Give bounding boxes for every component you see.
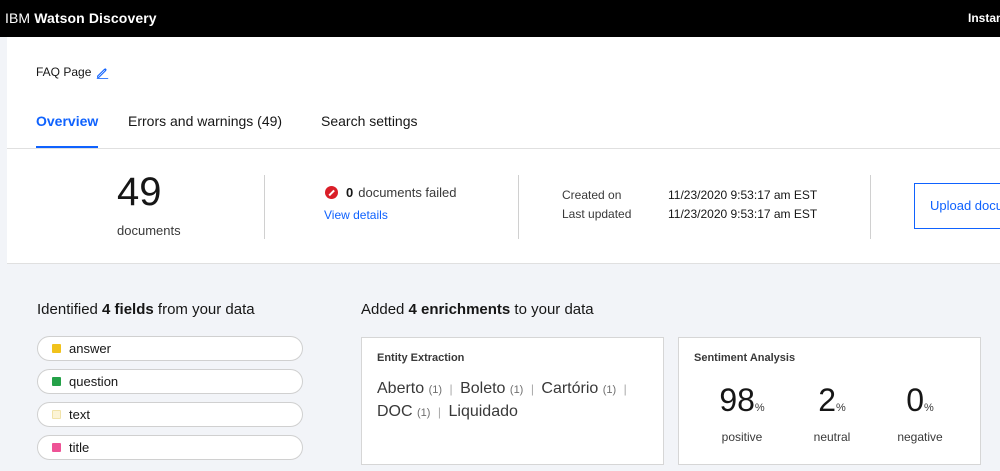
- collection-name: FAQ Page: [36, 65, 109, 79]
- entity-count: (1): [602, 384, 617, 396]
- field-color-swatch: [52, 377, 61, 386]
- updated-label: Last updated: [562, 207, 632, 221]
- entity-name: Aberto: [377, 380, 425, 397]
- fields-section-title: Identified 4 fields from your data: [37, 301, 255, 318]
- upload-documents-button[interactable]: Upload docu: [914, 183, 1000, 229]
- entity-list-line: DOC (1) | Liquidado: [377, 403, 518, 421]
- enrichments-section-title: Added 4 enrichments to your data: [361, 301, 594, 318]
- sentiment-neutral: 2% neutral: [797, 382, 867, 444]
- enrichments-count: 4 enrichments: [408, 301, 511, 318]
- entity-extraction-card[interactable]: Entity Extraction Aberto (1) | Boleto (1…: [361, 337, 664, 465]
- fields-title-suffix: from your data: [153, 301, 255, 318]
- field-color-swatch: [52, 443, 61, 452]
- field-label: text: [69, 407, 90, 422]
- project-header: FAQ Page Overview Errors and warnings (4…: [7, 37, 1000, 149]
- field-tag-title[interactable]: title: [37, 435, 303, 460]
- sentiment-unit: %: [754, 402, 765, 414]
- card-title: Entity Extraction: [377, 352, 465, 364]
- collection-name-label: FAQ Page: [36, 65, 92, 79]
- card-title: Sentiment Analysis: [694, 352, 796, 364]
- sentiment-unit: %: [836, 402, 846, 414]
- entity-separator: |: [437, 405, 442, 419]
- sentiment-positive: 98% positive: [707, 382, 777, 444]
- field-color-swatch: [52, 410, 61, 419]
- divider: [518, 175, 519, 239]
- created-label: Created on: [562, 188, 622, 202]
- sentiment-label: neutral: [813, 430, 851, 444]
- entity-separator: |: [530, 382, 534, 396]
- entity-separator: |: [623, 382, 627, 396]
- sentiment-negative: 0% negative: [885, 382, 955, 444]
- documents-label: documents: [117, 223, 181, 238]
- fields-count: 4 fields: [102, 301, 154, 318]
- enrichments-title-suffix: to your data: [510, 301, 594, 318]
- brand-prefix: IBM: [5, 10, 31, 26]
- tab-errors-and-warnings[interactable]: Errors and warnings (49): [128, 113, 282, 148]
- view-details-link[interactable]: View details: [324, 208, 388, 222]
- entity-count: (1): [509, 384, 524, 396]
- entity-separator: |: [449, 382, 453, 396]
- sentiment-analysis-card[interactable]: Sentiment Analysis 98% positive 2% neutr…: [678, 337, 981, 465]
- tab-search-settings[interactable]: Search settings: [321, 113, 418, 148]
- instance-menu[interactable]: Instan: [968, 11, 1000, 25]
- sentiment-label: negative: [897, 430, 943, 444]
- sentiment-value: 2%: [797, 382, 867, 426]
- entity-list-line: Aberto (1) | Boleto (1) | Cartório (1) |: [377, 380, 630, 398]
- sentiment-number: 0: [906, 382, 924, 418]
- entity-count: (1): [428, 384, 443, 396]
- entity-count: (1): [417, 407, 431, 419]
- sentiment-value: 98%: [707, 382, 777, 426]
- field-label: answer: [69, 341, 111, 356]
- error-icon: [325, 186, 338, 199]
- tab-overview[interactable]: Overview: [36, 113, 99, 148]
- divider: [264, 175, 265, 239]
- fields-title-prefix: Identified: [37, 301, 103, 318]
- failed-label: documents failed: [358, 185, 457, 200]
- sentiment-unit: %: [924, 402, 934, 414]
- collection-stats: 49 documents 0 documents failed View det…: [7, 149, 1000, 264]
- field-color-swatch: [52, 344, 61, 353]
- created-value: 11/23/2020 9:53:17 am EST: [668, 188, 818, 202]
- entity-name: Liquidado: [448, 403, 518, 420]
- top-bar: IBM Watson Discovery Instan: [0, 0, 1000, 37]
- entity-name: Boleto: [460, 380, 506, 397]
- edit-pencil-icon[interactable]: [96, 66, 109, 79]
- updated-value: 11/23/2020 9:53:17 am EST: [668, 207, 818, 221]
- failed-count: 0: [346, 185, 354, 200]
- divider: [870, 175, 871, 239]
- sentiment-number: 98: [719, 382, 755, 418]
- failed-documents: 0 documents failed: [325, 185, 457, 200]
- sentiment-label: positive: [721, 430, 763, 444]
- documents-count: 49: [117, 170, 162, 214]
- field-tag-answer[interactable]: answer: [37, 336, 303, 361]
- entity-name: Cartório: [541, 380, 599, 397]
- product-brand[interactable]: IBM Watson Discovery: [5, 10, 157, 26]
- field-label: question: [69, 374, 119, 389]
- brand-name: Watson Discovery: [34, 10, 157, 26]
- sentiment-number: 2: [818, 382, 836, 418]
- entity-name: DOC: [377, 403, 413, 420]
- field-label: title: [69, 440, 90, 455]
- enrichments-title-prefix: Added: [361, 301, 409, 318]
- field-tag-question[interactable]: question: [37, 369, 303, 394]
- field-tag-text[interactable]: text: [37, 402, 303, 427]
- sentiment-value: 0%: [885, 382, 955, 426]
